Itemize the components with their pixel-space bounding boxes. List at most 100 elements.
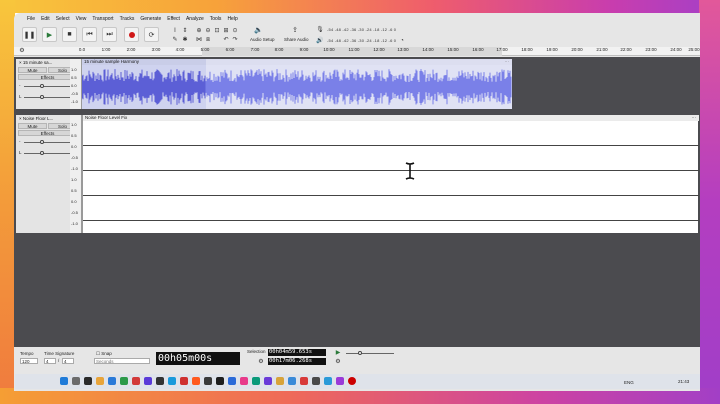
zoom-out-icon[interactable]: ⊖ — [204, 27, 212, 35]
playback-volume-icon[interactable]: ◔ — [398, 37, 406, 45]
track-1-clip[interactable]: 15 minute sample Harmony ··· — [82, 59, 512, 109]
selection-tool-icon[interactable]: I — [171, 27, 179, 35]
play-speed-knob[interactable] — [358, 351, 362, 355]
track-1-pan-slider[interactable] — [24, 97, 72, 98]
search-icon[interactable] — [72, 377, 80, 385]
edge-icon[interactable] — [108, 377, 116, 385]
menu-file[interactable]: File — [27, 16, 35, 22]
app-icon[interactable] — [252, 377, 260, 385]
app-icon[interactable] — [228, 377, 236, 385]
snap-checkbox-row[interactable]: ☐ Snap — [96, 351, 112, 357]
app-icon[interactable] — [204, 377, 212, 385]
track-1-effects-button[interactable]: Effects — [18, 74, 77, 80]
record-button[interactable] — [124, 27, 139, 42]
pause-button[interactable]: ❚❚ — [22, 27, 37, 42]
app-icon[interactable] — [240, 377, 248, 385]
app-icon[interactable] — [276, 377, 284, 385]
microphone-icon[interactable]: 🎙 — [316, 26, 324, 34]
language-indicator[interactable]: ENG — [624, 380, 634, 385]
play-speed-slider[interactable] — [346, 353, 394, 354]
speaker-icon[interactable]: 🔈 — [254, 27, 263, 35]
track-2-clip-header[interactable]: Noise Floor Level Fix ··· — [83, 115, 699, 121]
menu-edit[interactable]: Edit — [41, 16, 50, 22]
menu-tools[interactable]: Tools — [210, 16, 222, 22]
app-icon[interactable] — [192, 377, 200, 385]
audacity-taskbar-icon[interactable] — [348, 377, 356, 385]
menu-generate[interactable]: Generate — [140, 16, 161, 22]
track-1-gain-slider[interactable] — [24, 86, 72, 87]
track-2-clip-name[interactable]: Noise Floor Level Fix — [85, 115, 127, 120]
chrome-icon[interactable] — [132, 377, 140, 385]
selection-options-icon[interactable]: ⚙ — [257, 358, 265, 366]
app-icon[interactable] — [336, 377, 344, 385]
app-icon[interactable] — [144, 377, 152, 385]
track-2-clip[interactable]: Noise Floor Level Fix ··· — [82, 115, 699, 233]
playback-meter[interactable]: -54 -48 -42 -36 -30 -24 -18 -12 -6 0 — [327, 38, 396, 43]
track-2-effects-button[interactable]: Effects — [18, 130, 77, 136]
share-icon[interactable]: ⇪ — [291, 27, 299, 35]
track-2-pan-slider[interactable] — [24, 153, 72, 154]
menu-help[interactable]: Help — [227, 16, 237, 22]
tempo-input[interactable]: 120 — [20, 358, 38, 364]
menu-tracks[interactable]: Tracks — [120, 16, 135, 22]
track-1-mute-button[interactable]: Mute — [18, 67, 47, 73]
app-icon[interactable] — [324, 377, 332, 385]
app-icon[interactable] — [288, 377, 296, 385]
fit-project-icon[interactable]: ⊞ — [222, 27, 230, 35]
play-at-speed-button[interactable]: ▶ — [334, 349, 342, 357]
app-icon[interactable] — [312, 377, 320, 385]
store-icon[interactable] — [120, 377, 128, 385]
fit-selection-icon[interactable]: ⊡ — [213, 27, 221, 35]
app-icon[interactable] — [168, 377, 176, 385]
app-icon[interactable] — [180, 377, 188, 385]
play-at-speed-options-icon[interactable]: ⚙ — [334, 358, 342, 366]
clock[interactable]: 21:43 — [678, 379, 689, 384]
tracks-area[interactable]: × 15 minute sa... Mute Solo Effects - + … — [14, 57, 700, 347]
selection-end-display[interactable]: 00h17m06.268s — [268, 358, 326, 365]
loop-button[interactable]: ⟳ — [144, 27, 159, 42]
track-2-mute-button[interactable]: Mute — [18, 123, 47, 129]
track-2-name[interactable]: Noise Floor L... — [23, 116, 54, 121]
app-icon[interactable] — [300, 377, 308, 385]
audio-track-1[interactable]: × 15 minute sa... Mute Solo Effects - + … — [16, 59, 512, 109]
clip-menu-icon[interactable]: ··· — [692, 115, 697, 121]
trim-icon[interactable]: ⋈ — [195, 36, 203, 44]
timeline-options-icon[interactable]: ⚙ — [18, 47, 26, 55]
audio-setup-label[interactable]: Audio Setup — [250, 37, 275, 42]
track-2-pan-knob[interactable] — [40, 151, 44, 155]
stop-button[interactable]: ■ — [62, 27, 77, 42]
menu-view[interactable]: View — [76, 16, 87, 22]
app-icon[interactable] — [216, 377, 224, 385]
track-1-name[interactable]: 15 minute sa... — [23, 60, 53, 65]
track-2-close-and-name[interactable]: × Noise Floor L... — [19, 116, 53, 121]
redo-icon[interactable]: ↷ — [231, 36, 239, 44]
undo-icon[interactable]: ↶ — [222, 36, 230, 44]
share-audio-label[interactable]: Share Audio — [284, 37, 309, 42]
track-2-gain-slider[interactable] — [24, 142, 72, 143]
play-button[interactable]: ▶ — [42, 27, 57, 42]
silence-icon[interactable]: ⧈ — [204, 36, 212, 44]
playback-speaker-icon[interactable]: 🔊 — [316, 37, 324, 45]
time-display[interactable]: 00h05m00s — [156, 352, 240, 365]
app-icon[interactable] — [264, 377, 272, 385]
menu-select[interactable]: Select — [56, 16, 70, 22]
selection-start-display[interactable]: 00h04m59.653s — [268, 349, 326, 356]
draw-tool-icon[interactable]: ✎ — [171, 36, 179, 44]
menu-transport[interactable]: Transport — [92, 16, 113, 22]
zoom-toggle-icon[interactable]: ⊙ — [231, 27, 239, 35]
record-meter[interactable]: -54 -48 -42 -36 -30 -24 -18 -12 -6 0 — [327, 27, 396, 32]
timeline-ruler[interactable]: ⚙ 0.0 1:00 2:00 3:00 4:00 5:00 6:00 7:00… — [14, 47, 700, 56]
time-signature-denominator[interactable]: 4 — [62, 358, 74, 364]
audio-track-2[interactable]: × Noise Floor L... Mute Solo Effects - +… — [16, 115, 699, 233]
file-explorer-icon[interactable] — [96, 377, 104, 385]
track-1-pan-knob[interactable] — [40, 95, 44, 99]
menu-effect[interactable]: Effect — [167, 16, 180, 22]
task-view-icon[interactable] — [84, 377, 92, 385]
track-1-clip-name[interactable]: 15 minute sample Harmony — [84, 59, 139, 64]
snap-unit-select[interactable]: Seconds — [94, 358, 150, 364]
app-icon[interactable] — [156, 377, 164, 385]
multi-tool-icon[interactable]: ✱ — [181, 36, 189, 44]
track-1-gain-knob[interactable] — [40, 84, 44, 88]
zoom-in-icon[interactable]: ⊕ — [195, 27, 203, 35]
skip-end-button[interactable]: ⏭ — [102, 27, 117, 42]
